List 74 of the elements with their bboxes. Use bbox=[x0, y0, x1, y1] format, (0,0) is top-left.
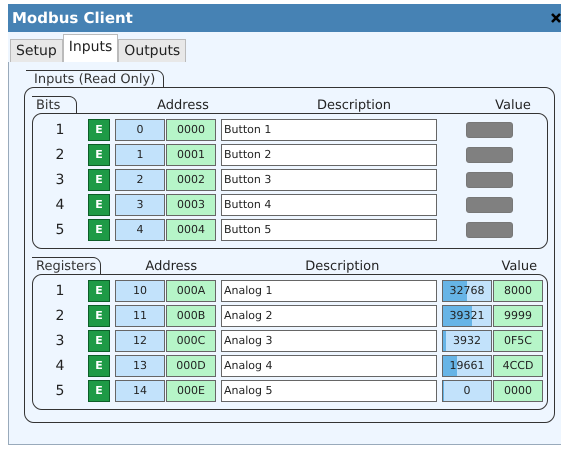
enable-button[interactable]: E bbox=[88, 304, 110, 326]
column-header: Address bbox=[156, 98, 210, 113]
description-field[interactable]: Button 2 bbox=[221, 144, 437, 166]
row-number: 2 bbox=[54, 308, 66, 324]
hex-address-field: 000E bbox=[166, 380, 216, 402]
enable-button[interactable]: E bbox=[88, 144, 110, 166]
enable-button[interactable]: E bbox=[88, 380, 110, 402]
enable-button[interactable]: E bbox=[88, 354, 110, 376]
description-field[interactable]: Button 3 bbox=[221, 168, 437, 190]
hex-address-field: 0002 bbox=[166, 168, 216, 190]
enable-button[interactable]: E bbox=[88, 280, 110, 302]
row-number: 1 bbox=[54, 122, 66, 138]
hex-value-field: 0F5C bbox=[493, 330, 543, 352]
close-icon[interactable] bbox=[551, 13, 561, 23]
column-header: Description bbox=[304, 259, 380, 274]
column-header: Description bbox=[316, 98, 392, 113]
hex-address-field: 000B bbox=[166, 304, 216, 326]
hex-value-field: 4CCD bbox=[493, 354, 543, 376]
hex-address-field: 000A bbox=[166, 280, 216, 302]
description-field[interactable]: Analog 3 bbox=[221, 330, 437, 352]
hex-address-field: 0001 bbox=[166, 144, 216, 166]
enable-button[interactable]: E bbox=[88, 118, 110, 140]
value-text: 39321 bbox=[450, 309, 484, 322]
enable-button[interactable]: E bbox=[88, 218, 110, 240]
row-number: 5 bbox=[54, 382, 66, 398]
column-header: Value bbox=[494, 98, 532, 113]
tab[interactable]: Outputs bbox=[118, 39, 186, 62]
hex-address-field: 0000 bbox=[166, 118, 216, 140]
column-header: Address bbox=[144, 259, 198, 274]
address-field: 2 bbox=[115, 168, 165, 190]
row-number: 3 bbox=[54, 172, 66, 188]
address-field: 11 bbox=[115, 304, 165, 326]
hex-address-field: 000D bbox=[166, 354, 216, 376]
hex-value-field: 0000 bbox=[493, 380, 543, 402]
row-number: 3 bbox=[54, 332, 66, 348]
description-field[interactable]: Button 4 bbox=[221, 194, 437, 216]
hex-address-field: 0003 bbox=[166, 194, 216, 216]
description-field[interactable]: Analog 2 bbox=[221, 304, 437, 326]
row-number: 4 bbox=[54, 196, 66, 212]
row-number: 4 bbox=[54, 358, 66, 374]
address-field: 1 bbox=[115, 144, 165, 166]
value-text: 3932 bbox=[453, 334, 481, 347]
section-title: Bits bbox=[32, 96, 77, 113]
tab[interactable]: Inputs bbox=[62, 34, 118, 62]
group-title: Inputs (Read Only) bbox=[26, 70, 164, 87]
address-field: 10 bbox=[115, 280, 165, 302]
address-field: 4 bbox=[115, 218, 165, 240]
row-number: 5 bbox=[54, 222, 66, 238]
address-field: 13 bbox=[115, 354, 165, 376]
address-field: 14 bbox=[115, 380, 165, 402]
description-field[interactable]: Analog 4 bbox=[221, 354, 437, 376]
enable-button[interactable]: E bbox=[88, 330, 110, 352]
value-text: 0 bbox=[464, 384, 470, 397]
value-text: 32768 bbox=[450, 284, 484, 297]
row-number: 2 bbox=[54, 146, 66, 162]
hex-address-field: 000C bbox=[166, 330, 216, 352]
hex-value-field: 8000 bbox=[493, 280, 543, 302]
enable-button[interactable]: E bbox=[88, 194, 110, 216]
description-field[interactable]: Analog 1 bbox=[221, 280, 437, 302]
window-title: Modbus Client bbox=[12, 9, 133, 27]
hex-value-field: 9999 bbox=[493, 304, 543, 326]
enable-button[interactable]: E bbox=[88, 168, 110, 190]
section-title: Registers bbox=[32, 257, 102, 274]
description-field[interactable]: Analog 5 bbox=[221, 380, 437, 402]
description-field[interactable]: Button 5 bbox=[221, 218, 437, 240]
row-number: 1 bbox=[54, 282, 66, 298]
hex-address-field: 0004 bbox=[166, 218, 216, 240]
column-header: Value bbox=[500, 259, 538, 274]
address-field: 12 bbox=[115, 330, 165, 352]
address-field: 3 bbox=[115, 194, 165, 216]
description-field[interactable]: Button 1 bbox=[221, 118, 437, 140]
address-field: 0 bbox=[115, 118, 165, 140]
tab[interactable]: Setup bbox=[10, 39, 63, 62]
value-text: 19661 bbox=[450, 359, 484, 372]
